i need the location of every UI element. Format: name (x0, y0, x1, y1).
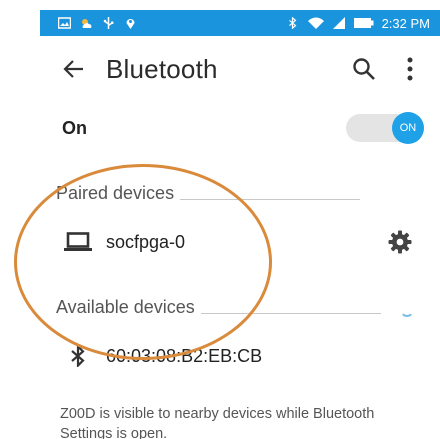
paired-devices-header: Paired devices (56, 183, 361, 204)
available-devices-header: Available devices (56, 297, 381, 318)
more-vert-icon (407, 57, 413, 81)
battery-icon (353, 18, 374, 28)
search-icon (353, 58, 375, 80)
wifi-icon (307, 17, 324, 29)
section-title: Available devices (56, 297, 195, 317)
bluetooth-settings-screen: 2:32 PM Bluetooth On ON Paired devices s… (0, 0, 440, 439)
back-button[interactable] (54, 49, 94, 89)
status-bar: 2:32 PM (40, 10, 440, 36)
switch-label: On (62, 117, 87, 138)
section-divider (200, 313, 381, 314)
image-icon (58, 17, 71, 29)
device-settings-button[interactable] (384, 226, 416, 258)
toolbar-actions (346, 49, 440, 89)
usb-icon (103, 17, 114, 29)
laptop-icon (64, 232, 92, 251)
device-icon (58, 232, 98, 252)
signal-icon (332, 17, 345, 29)
available-device-item[interactable]: 60:03:08:B2:EB:CB (40, 334, 440, 378)
toggle-thumb: ON (392, 112, 424, 144)
bluetooth-toggle[interactable]: ON (346, 112, 424, 144)
bluetooth-icon (288, 17, 297, 29)
device-icon (58, 345, 98, 367)
location-icon (126, 19, 135, 29)
section-divider (180, 199, 361, 200)
section-title: Paired devices (56, 183, 175, 203)
device-name: socfpga-0 (106, 231, 186, 252)
visibility-notice: Z00D is visible to nearby devices while … (60, 406, 375, 439)
search-button[interactable] (346, 49, 382, 89)
scanning-spinner (400, 303, 414, 317)
status-time: 2:32 PM (381, 15, 430, 31)
arrow-left-icon (63, 60, 83, 78)
gear-icon (388, 230, 412, 254)
paired-device-item[interactable]: socfpga-0 (40, 220, 440, 264)
device-name: 60:03:08:B2:EB:CB (106, 345, 263, 366)
status-right-icons: 2:32 PM (286, 16, 440, 31)
toolbar: Bluetooth (40, 36, 440, 102)
overflow-menu-button[interactable] (392, 49, 428, 89)
bluetooth-icon (71, 345, 85, 367)
weather-icon (82, 19, 92, 28)
page-title: Bluetooth (106, 53, 218, 84)
bluetooth-switch-row: On ON (40, 108, 440, 148)
status-left-icons (40, 17, 137, 29)
